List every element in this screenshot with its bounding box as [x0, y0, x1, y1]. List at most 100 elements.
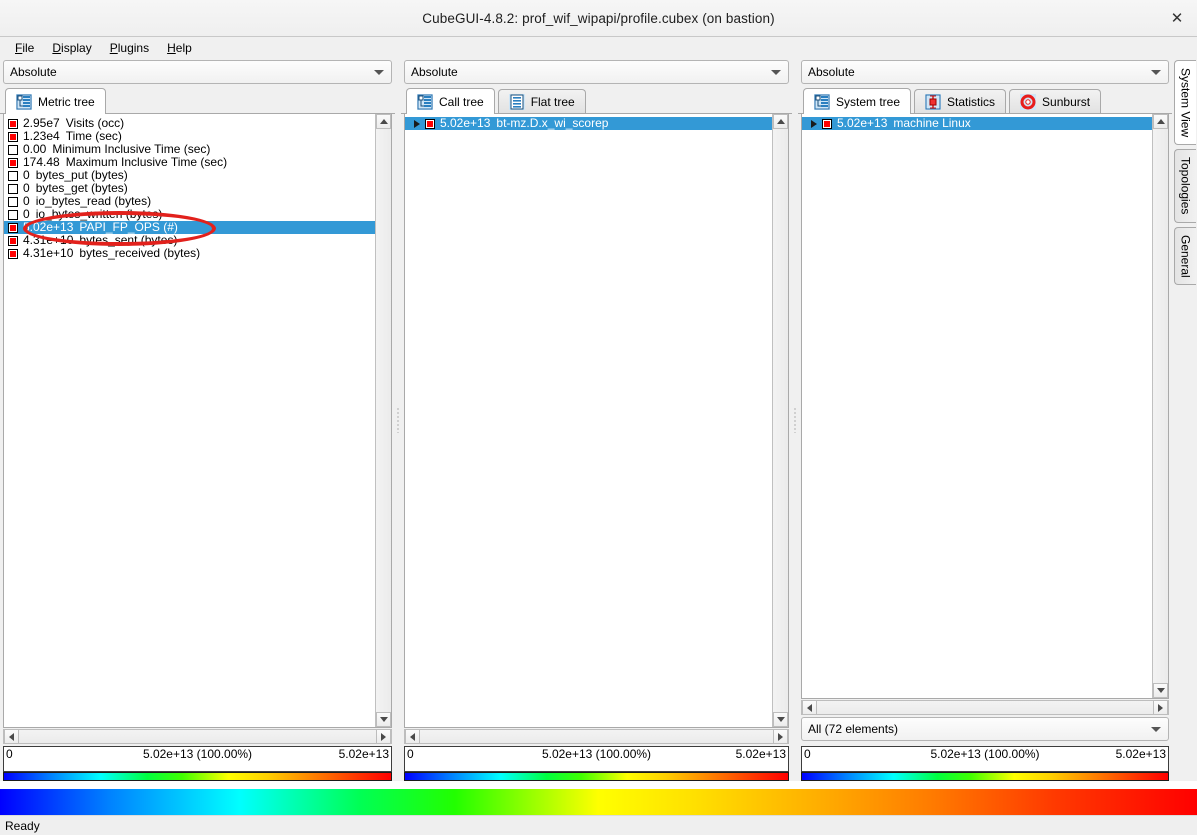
menu-plugins[interactable]: Plugins	[101, 39, 158, 57]
call-tabbar: Call tree Flat tree	[401, 87, 792, 114]
metric-panel: Absolute Metric tree 2.95e7Vis	[0, 58, 395, 781]
scroll-right-button[interactable]	[1153, 700, 1168, 715]
call-value-max: 5.02e+13	[736, 747, 786, 761]
tab-system-tree-label: System tree	[836, 95, 900, 109]
metric-mode-value: Absolute	[10, 65, 57, 79]
scroll-down-button[interactable]	[376, 712, 391, 727]
tree-icon	[417, 94, 433, 110]
tab-statistics[interactable]: Statistics	[914, 89, 1006, 113]
menu-help-mnemonic: H	[167, 41, 176, 55]
metric-value-min: 0	[6, 747, 13, 761]
scroll-left-button[interactable]	[802, 700, 817, 715]
vtab-general[interactable]: General	[1174, 227, 1196, 286]
expand-triangle-icon[interactable]	[409, 120, 425, 128]
menu-display-rest: isplay	[61, 41, 92, 55]
tab-call-tree-label: Call tree	[439, 95, 484, 109]
call-tree-area: 5.02e+13 bt-mz.D.x_wi_scorep	[404, 114, 789, 728]
scroll-left-button[interactable]	[4, 729, 19, 744]
menu-plugins-rest: lugins	[118, 41, 149, 55]
table-row-selected[interactable]: 5.02e+13 machine Linux	[802, 117, 1152, 130]
table-row[interactable]: 4.31e+10bytes_received (bytes)	[4, 247, 375, 260]
metric-mode-combobox[interactable]: Absolute	[3, 60, 392, 84]
tab-system-tree[interactable]: System tree	[803, 88, 911, 114]
system-treeview[interactable]: 5.02e+13 machine Linux	[802, 114, 1152, 698]
call-row-label: 5.02e+13	[440, 117, 496, 130]
system-mode-combobox[interactable]: Absolute	[801, 60, 1169, 84]
metric-color-box	[8, 236, 18, 246]
call-mode-combobox[interactable]: Absolute	[404, 60, 789, 84]
splitter-1[interactable]	[395, 58, 401, 781]
metric-color-box	[8, 249, 18, 259]
metric-treeview[interactable]: 2.95e7Visits (occ) 1.23e4Time (sec) 0.00…	[4, 114, 375, 727]
menu-file[interactable]: File	[6, 39, 43, 57]
chevron-down-icon	[771, 70, 781, 75]
splitter-grip	[794, 407, 796, 433]
system-color-gradient	[801, 772, 1169, 781]
splitter-grip	[397, 407, 399, 433]
table-row-selected[interactable]: 5.02e+13 bt-mz.D.x_wi_scorep	[405, 117, 772, 130]
metric-vertical-scrollbar[interactable]	[375, 114, 391, 727]
menu-plugins-mnemonic: P	[110, 41, 118, 55]
global-color-gradient	[0, 789, 1197, 815]
splitter-2[interactable]	[792, 58, 798, 781]
scroll-up-button[interactable]	[773, 114, 788, 129]
system-vertical-scrollbar[interactable]	[1152, 114, 1168, 698]
metric-color-box	[8, 158, 18, 168]
system-color-box	[822, 119, 832, 129]
statusbar: Ready	[0, 815, 1197, 835]
system-horizontal-scrollbar[interactable]	[801, 700, 1169, 715]
window-titlebar: CubeGUI-4.8.2: prof_wif_wipapi/profile.c…	[0, 0, 1197, 37]
metric-value-max: 5.02e+13	[339, 747, 389, 761]
scroll-right-button[interactable]	[773, 729, 788, 744]
system-tabbar: System tree Statistics	[798, 87, 1172, 114]
tab-metric-tree[interactable]: Metric tree	[5, 88, 106, 114]
metric-color-box	[8, 184, 18, 194]
tree-icon	[814, 94, 830, 110]
call-value-min: 0	[407, 747, 414, 761]
scroll-up-button[interactable]	[376, 114, 391, 129]
vtab-topologies[interactable]: Topologies	[1174, 149, 1196, 222]
scroll-right-button[interactable]	[376, 729, 391, 744]
scroll-down-button[interactable]	[773, 712, 788, 727]
call-horizontal-scrollbar[interactable]	[404, 729, 789, 744]
call-color-gradient	[404, 772, 789, 781]
expand-triangle-icon[interactable]	[806, 120, 822, 128]
menu-display-mnemonic: D	[52, 41, 61, 55]
metric-color-box	[8, 210, 18, 220]
call-vertical-scrollbar[interactable]	[772, 114, 788, 727]
vtab-system-view[interactable]: System View	[1174, 60, 1196, 145]
metric-valuebar: 0 5.02e+13 (100.00%) 5.02e+13	[3, 746, 392, 772]
metric-row-label: 4.31e+10	[23, 247, 79, 260]
chevron-down-icon	[1151, 727, 1161, 732]
call-valuebar: 0 5.02e+13 (100.00%) 5.02e+13	[404, 746, 789, 772]
call-row-name: bt-mz.D.x_wi_scorep	[496, 117, 608, 130]
menu-file-rest: ile	[22, 41, 34, 55]
list-icon	[509, 94, 525, 110]
tab-call-tree[interactable]: Call tree	[406, 88, 495, 114]
menu-display[interactable]: Display	[43, 39, 100, 57]
system-element-selector-value: All (72 elements)	[808, 722, 898, 736]
menubar: File Display Plugins Help	[0, 37, 1197, 59]
system-value-min: 0	[804, 747, 811, 761]
menu-help[interactable]: Help	[158, 39, 201, 57]
scroll-left-button[interactable]	[405, 729, 420, 744]
tab-statistics-label: Statistics	[947, 95, 995, 109]
tab-sunburst[interactable]: Sunburst	[1009, 89, 1101, 113]
metric-tree-area: 2.95e7Visits (occ) 1.23e4Time (sec) 0.00…	[3, 114, 392, 728]
call-color-box	[425, 119, 435, 129]
close-icon[interactable]: ✕	[1167, 8, 1187, 28]
tab-flat-tree[interactable]: Flat tree	[498, 89, 586, 113]
scroll-up-button[interactable]	[1153, 114, 1168, 129]
system-panel: Absolute System tree	[798, 58, 1172, 781]
metric-color-gradient	[3, 772, 392, 781]
vtab-general-label: General	[1179, 228, 1193, 285]
metric-row-name: bytes_received (bytes)	[79, 247, 200, 260]
tab-metric-tree-label: Metric tree	[38, 95, 95, 109]
metric-tabbar: Metric tree	[0, 87, 395, 114]
call-mode-value: Absolute	[411, 65, 458, 79]
window-title: CubeGUI-4.8.2: prof_wif_wipapi/profile.c…	[422, 11, 774, 26]
system-element-selector-combobox[interactable]: All (72 elements)	[801, 717, 1169, 741]
call-treeview[interactable]: 5.02e+13 bt-mz.D.x_wi_scorep	[405, 114, 772, 727]
metric-horizontal-scrollbar[interactable]	[3, 729, 392, 744]
scroll-down-button[interactable]	[1153, 683, 1168, 698]
